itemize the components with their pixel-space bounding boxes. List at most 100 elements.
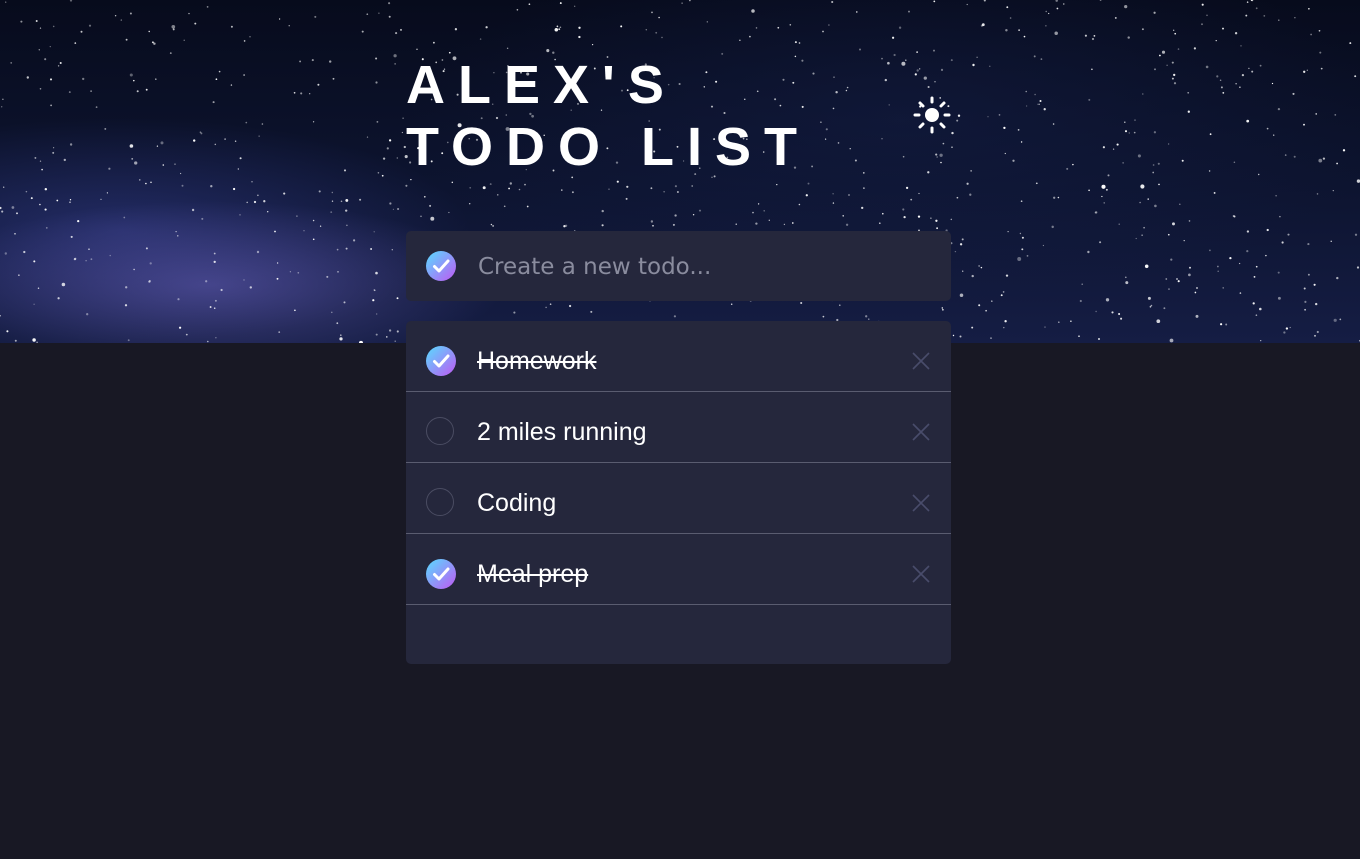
star	[578, 26, 581, 29]
star	[1066, 167, 1069, 170]
star	[910, 198, 913, 201]
star	[652, 224, 654, 227]
star	[293, 91, 296, 94]
star	[1025, 90, 1027, 93]
star	[49, 45, 51, 48]
star	[503, 205, 506, 208]
star	[156, 145, 159, 147]
todo-checkbox[interactable]	[426, 559, 456, 594]
star	[136, 90, 139, 93]
star	[971, 274, 974, 278]
star	[1078, 335, 1080, 338]
star	[299, 60, 302, 63]
star	[1168, 288, 1170, 290]
star	[898, 26, 902, 29]
star	[752, 211, 754, 214]
star	[18, 274, 20, 276]
star	[1099, 0, 1102, 1]
star	[1037, 103, 1039, 105]
star	[554, 28, 559, 32]
star	[2, 98, 4, 100]
star	[985, 309, 987, 312]
star	[129, 144, 134, 148]
star	[1057, 196, 1060, 199]
star	[1183, 239, 1185, 242]
star	[957, 114, 961, 117]
star	[568, 304, 572, 308]
star	[1000, 294, 1003, 297]
star	[256, 250, 260, 254]
star	[1293, 155, 1296, 158]
theme-toggle-button[interactable]	[910, 94, 954, 138]
star	[1171, 61, 1174, 64]
todo-checkbox[interactable]	[426, 488, 454, 516]
todo-item[interactable]: Homework	[406, 321, 951, 392]
todo-item[interactable]: 2 miles running	[406, 392, 951, 463]
star	[1287, 233, 1290, 236]
star	[1111, 311, 1114, 314]
todo-item[interactable]: Coding	[406, 463, 951, 534]
star	[650, 220, 654, 223]
star	[237, 168, 239, 170]
star	[1045, 10, 1047, 13]
star	[549, 303, 552, 306]
star	[1194, 291, 1197, 294]
delete-todo-button[interactable]	[912, 423, 930, 441]
star	[311, 59, 314, 62]
star	[1333, 318, 1337, 322]
star	[776, 183, 778, 186]
todo-item[interactable]: Meal prep	[406, 534, 951, 605]
star	[332, 77, 335, 80]
star	[294, 309, 296, 312]
star	[1266, 127, 1269, 130]
star	[1322, 157, 1326, 160]
new-todo-check-icon[interactable]	[426, 251, 456, 286]
delete-todo-button[interactable]	[912, 352, 930, 370]
star	[691, 185, 694, 187]
star	[209, 306, 212, 308]
star	[1116, 143, 1119, 146]
star	[1167, 233, 1170, 236]
star	[169, 52, 172, 54]
star	[751, 9, 755, 13]
star	[246, 201, 248, 204]
star	[123, 216, 126, 219]
delete-todo-button[interactable]	[912, 565, 930, 583]
star	[207, 340, 209, 343]
star	[396, 330, 399, 333]
delete-todo-button[interactable]	[912, 494, 930, 512]
todo-checkbox[interactable]	[426, 417, 454, 445]
star	[749, 35, 751, 38]
star	[934, 80, 936, 83]
star	[1188, 220, 1191, 222]
star	[468, 202, 471, 205]
star	[936, 227, 938, 230]
star	[336, 322, 339, 325]
star	[1017, 257, 1022, 261]
star	[1222, 92, 1225, 94]
star	[44, 58, 47, 61]
new-todo-input[interactable]	[476, 247, 920, 287]
star	[783, 223, 786, 226]
star	[1084, 34, 1087, 37]
star	[188, 12, 190, 15]
star	[388, 329, 392, 332]
star	[1239, 292, 1242, 294]
star	[145, 88, 148, 91]
star	[1141, 28, 1144, 31]
star	[591, 43, 594, 46]
star	[956, 196, 959, 199]
star	[971, 326, 974, 329]
star	[469, 186, 472, 189]
star	[1356, 266, 1360, 269]
todo-checkbox[interactable]	[426, 346, 456, 381]
star	[882, 212, 884, 215]
star	[950, 59, 953, 62]
star	[868, 318, 870, 320]
star	[1079, 299, 1082, 303]
star	[73, 257, 77, 261]
star	[120, 19, 122, 21]
star	[1177, 280, 1180, 283]
star	[317, 83, 320, 86]
star	[918, 192, 920, 195]
